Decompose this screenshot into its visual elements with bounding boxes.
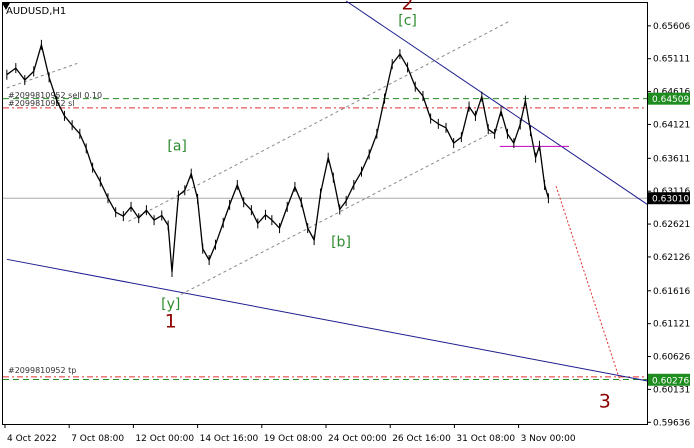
wave-label: [a]	[167, 138, 187, 154]
x-tick-label: 4 Oct 2022	[7, 434, 57, 444]
x-tick-label: 3 Nov 00:00	[521, 434, 576, 444]
order-label: #2099810952 sl	[8, 99, 75, 108]
y-tick-label: 0.62621	[653, 220, 690, 230]
x-tick-label: 31 Oct 08:00	[456, 434, 515, 444]
symbol-title: AUDUSD,H1	[6, 6, 66, 17]
x-tick-label: 19 Oct 08:00	[264, 434, 323, 444]
x-tick-label: 26 Oct 16:00	[392, 434, 451, 444]
y-tick-label: 0.65606	[653, 22, 690, 32]
x-tick-label: 24 Oct 00:00	[328, 434, 387, 444]
y-tick-label: 0.60131	[653, 385, 690, 395]
y-tick-label: 0.62126	[653, 253, 690, 263]
time-axis: 4 Oct 2022 7 Oct 08:00 12 Oct 00:00 14 Oct …	[4, 424, 576, 444]
y-tick-label: 0.61616	[653, 287, 690, 297]
y-tick-label: 0.60626	[653, 353, 690, 363]
wave-label: [b]	[331, 235, 351, 251]
price-chart[interactable]: #2099810952 sell 0.10#2099810952 sl#2099…	[0, 0, 694, 448]
chart-frame	[2, 2, 648, 425]
y-tick-label: 0.64121	[653, 120, 690, 130]
x-tick-label: 12 Oct 00:00	[135, 434, 194, 444]
y-tick-label: 0.65111	[653, 55, 690, 65]
x-tick-label: 7 Oct 08:00	[71, 434, 124, 444]
x-tick-label: 14 Oct 16:00	[200, 434, 259, 444]
y-tick-label: 0.59636	[653, 418, 690, 428]
order-label: #2099810952 tp	[8, 366, 76, 375]
wave-label: 1	[165, 311, 177, 333]
price-tag-label: 0.64509	[652, 95, 689, 105]
y-tick-label: 0.63611	[653, 154, 690, 164]
price-tag-label: 0.60276	[652, 376, 689, 386]
wave-label: 3	[599, 390, 611, 412]
price-axis: 0.656060.651110.646160.641210.636110.631…	[647, 22, 690, 428]
y-tick-label: 0.61121	[653, 320, 690, 330]
price-tag-label: 0.63010	[652, 195, 689, 205]
wave-label: [c]	[398, 13, 417, 29]
